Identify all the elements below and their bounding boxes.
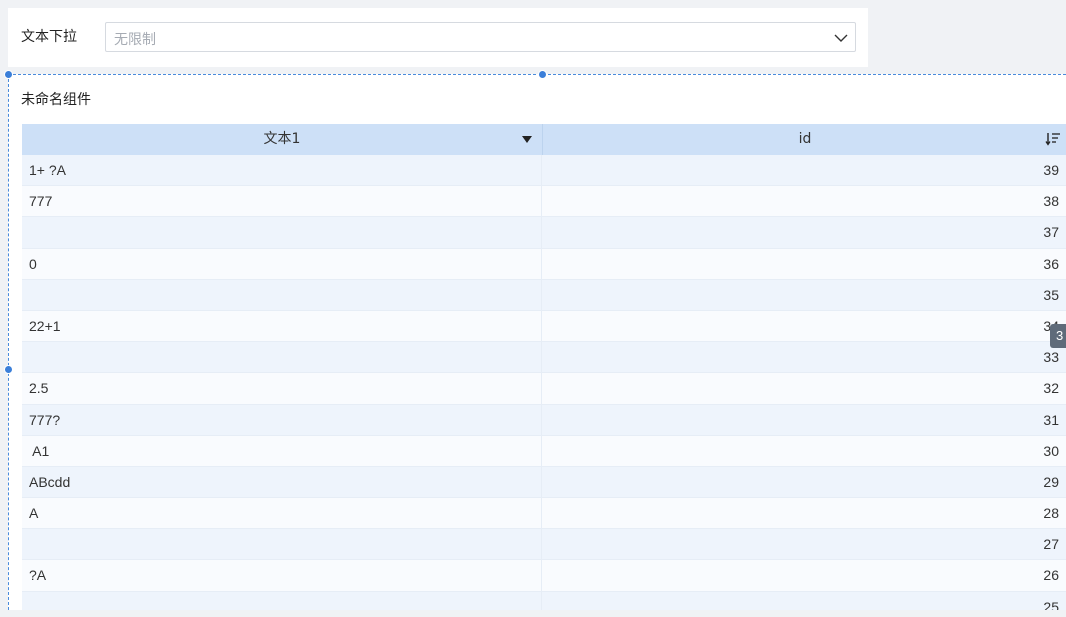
cell-text1 [22,529,542,560]
table-row[interactable]: A1 30 [22,435,1066,467]
resize-handle-middle-left[interactable] [4,365,13,374]
filter-widget: 文本下拉 无限制 [8,8,868,67]
cell-id: 32 [1043,380,1059,397]
filter-caret-icon[interactable] [522,136,532,143]
resize-handle-top-left[interactable] [4,70,13,79]
data-table: 文本1 id 1+ ?A3977738370363522+134332.5327… [22,124,1066,611]
table-row[interactable]: 33 [22,342,1066,374]
table-row[interactable]: 22+134 [22,310,1066,343]
table-row[interactable]: 27 [22,529,1066,561]
table-row[interactable]: A 28 [22,498,1066,530]
table-header: 文本1 id [22,124,1066,155]
cell-id: 37 [1043,224,1059,241]
cell-id: 27 [1043,536,1059,553]
sort-descending-icon[interactable] [1045,131,1061,147]
table-row[interactable]: ABcdd 29 [22,466,1066,499]
column-header-label: id [798,131,812,147]
cell-text1 [22,279,542,310]
cell-id: 39 [1043,162,1059,178]
cell-text1 [22,591,542,611]
cell-text1 [22,342,542,373]
cell-id: 38 [1043,193,1059,210]
column-header-text1[interactable]: 文本1 [22,124,543,155]
cell-id: 26 [1043,567,1059,584]
resize-handle-top-middle[interactable] [538,70,547,79]
cell-id: 34 [542,311,1066,341]
cell-id: 30 [1043,442,1059,459]
table-row[interactable]: 2.5 32 [22,373,1066,405]
select-selected-value: 无限制 [114,32,156,48]
table-row[interactable]: 777? 31 [22,404,1066,436]
table-row[interactable]: 777 38 [22,186,1066,218]
cell-text1: ?A [22,560,542,591]
cell-text1: A1 [22,435,542,466]
cell-text1 [22,217,542,248]
cell-text1: ABcdd [22,466,542,498]
table-row[interactable]: 37 [22,217,1066,249]
table-row[interactable]: 1+ ?A 39 [22,155,1066,187]
cell-id: 33 [1043,349,1059,366]
cell-text1: 1+ ?A [22,155,542,186]
filter-label: 文本下拉 [21,29,77,45]
cell-text1: 777? [22,404,542,435]
cell-id: 25 [1043,598,1059,611]
table-row[interactable]: 0 36 [22,248,1066,280]
table-body: 1+ ?A 39 777 38 37 0 36 35 22+134 33 2.5 32 777? 31 A… [22,155,1066,611]
column-header-label: 文本1 [263,131,301,147]
cell-id: 29 [1043,473,1059,490]
cell-id: 36 [1043,255,1059,272]
text-dropdown-select[interactable]: 无限制 [105,22,856,52]
side-scroll-tab[interactable]: 3 [1050,324,1066,348]
column-header-id[interactable]: id [543,124,1066,155]
page-bottom-bar [0,610,1066,617]
chevron-down-icon [834,34,848,42]
cell-id: 28 [1043,505,1059,522]
cell-text1: 777 [22,186,542,217]
cell-id: 35 [1043,286,1059,303]
cell-id: 31 [1043,411,1059,428]
table-component[interactable]: 未命名组件 文本1 id 1+ ?A3977738370363522+13433… [4,70,1066,611]
table-row[interactable]: 25 [22,591,1066,611]
table-row[interactable]: ?A 26 [22,560,1066,592]
component-title: 未命名组件 [21,92,91,108]
cell-text1: 0 [22,248,542,279]
cell-text1: 2.5 [22,373,542,404]
table-row[interactable]: 35 [22,279,1066,311]
cell-text1: A [22,498,542,529]
cell-text1: 22+1 [22,310,542,342]
